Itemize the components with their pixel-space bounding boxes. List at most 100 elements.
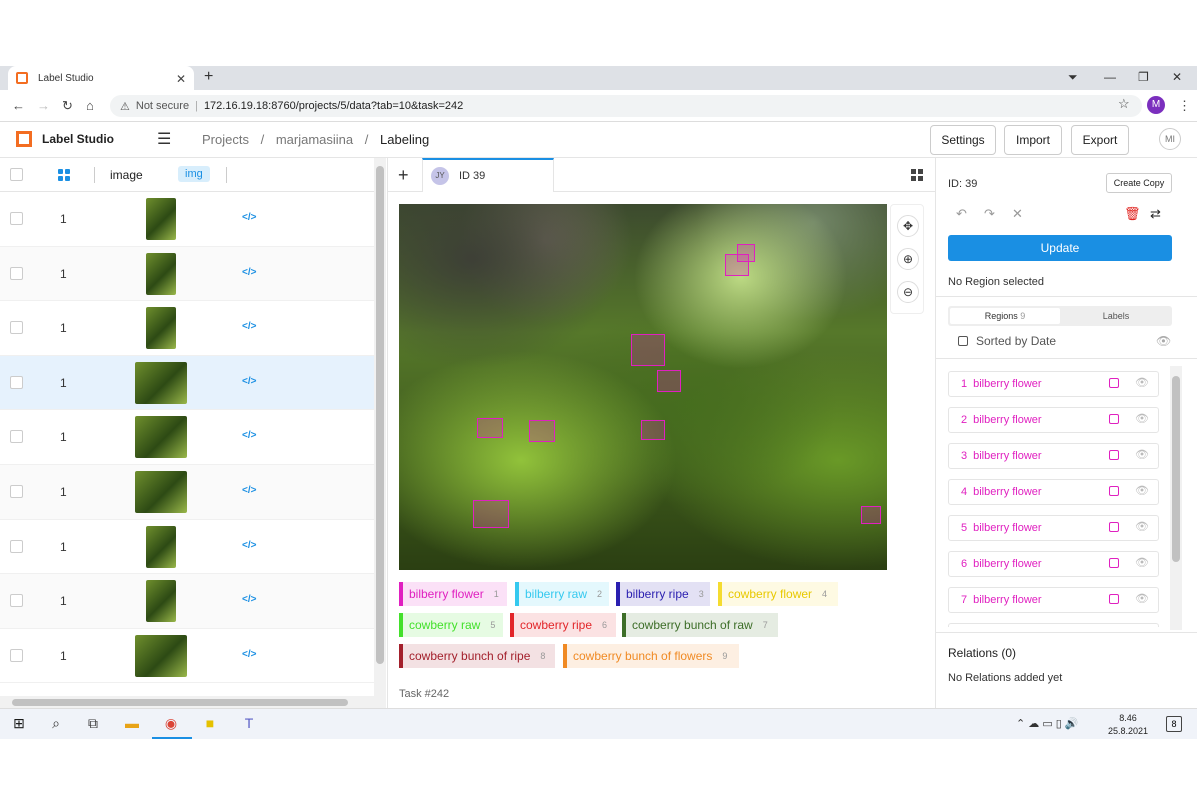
column-badge-img[interactable]: img	[178, 166, 210, 182]
maximize-icon[interactable]: ❐	[1138, 70, 1149, 84]
region-list-scrollbar[interactable]	[1170, 366, 1182, 630]
left-horizontal-scrollbar[interactable]	[0, 696, 374, 708]
minimize-icon[interactable]: —	[1104, 70, 1116, 84]
row-checkbox[interactable]	[10, 266, 23, 280]
region-box[interactable]	[631, 334, 665, 366]
bookmark-star-icon[interactable]: ☆	[1118, 96, 1130, 112]
table-row[interactable]: 1 </>	[0, 301, 374, 356]
breadcrumb-project[interactable]: marjamasiina	[276, 132, 353, 147]
region-copy-icon[interactable]	[1109, 486, 1119, 496]
export-button[interactable]: Export	[1071, 125, 1129, 155]
row-image-thumbnail[interactable]	[146, 198, 176, 240]
pan-icon[interactable]: ✥	[897, 215, 919, 237]
notification-icon[interactable]: 8	[1166, 716, 1182, 732]
code-view-icon[interactable]: </>	[242, 594, 256, 605]
breadcrumb-projects[interactable]: Projects	[202, 132, 249, 147]
delete-icon[interactable]: 🗑	[1124, 206, 1141, 222]
code-view-icon[interactable]: </>	[242, 212, 256, 223]
profile-avatar[interactable]: M	[1147, 96, 1165, 114]
zoom-out-icon[interactable]: ⊖	[897, 281, 919, 303]
label-button[interactable]: bilberry flower 1	[399, 582, 507, 606]
file-explorer-icon[interactable]: ▬	[123, 715, 141, 733]
region-box[interactable]	[641, 420, 665, 440]
label-button[interactable]: cowberry bunch of ripe 8	[399, 644, 555, 668]
region-copy-icon[interactable]	[1109, 378, 1119, 388]
region-copy-icon[interactable]	[1109, 414, 1119, 424]
teams-icon[interactable]: T	[240, 715, 258, 733]
code-view-icon[interactable]: </>	[242, 267, 256, 278]
new-tab-icon[interactable]: +	[204, 68, 213, 86]
url-input[interactable]: ⚠ Not secure | 172.16.19.18:8760/project…	[110, 95, 1142, 117]
row-checkbox[interactable]	[10, 375, 23, 389]
windows-start-icon[interactable]: ⊞	[10, 715, 28, 733]
undo-icon[interactable]: ↶	[956, 206, 967, 222]
row-image-thumbnail[interactable]	[135, 416, 187, 459]
zoom-in-icon[interactable]: ⊕	[897, 248, 919, 270]
annotation-tab[interactable]: JY ID 39	[422, 158, 554, 192]
region-item[interactable]: 5 bilberry flower 👁	[948, 515, 1159, 541]
row-checkbox[interactable]	[10, 648, 23, 662]
system-tray-icons[interactable]: ⌃ ☁ ▭ ▯ 🔊	[1016, 717, 1079, 730]
app-logo[interactable]: Label Studio	[16, 131, 114, 147]
table-row[interactable]: 1 </>	[0, 629, 374, 684]
row-checkbox[interactable]	[10, 485, 23, 498]
close-window-icon[interactable]: ✕	[1172, 70, 1182, 84]
region-visibility-icon[interactable]: 👁	[1135, 448, 1149, 461]
table-row[interactable]: 1 </>	[0, 520, 374, 575]
table-row[interactable]: 1 </>	[0, 355, 374, 411]
toggle-all-visibility-icon[interactable]: 👁	[1156, 334, 1171, 348]
image-canvas[interactable]	[399, 204, 887, 570]
table-row[interactable]: 1 </>	[0, 574, 374, 629]
row-image-thumbnail[interactable]	[146, 252, 176, 295]
region-item[interactable]: 7 bilberry flower 👁	[948, 587, 1159, 613]
select-all-checkbox[interactable]	[10, 168, 23, 181]
row-checkbox[interactable]	[10, 430, 23, 444]
label-button[interactable]: cowberry ripe 6	[510, 613, 616, 637]
row-image-thumbnail[interactable]	[146, 307, 176, 350]
sort-control[interactable]: Sorted by Date	[958, 334, 1056, 348]
region-item[interactable]: 6 bilberry flower 👁	[948, 551, 1159, 577]
forward-icon[interactable]: →	[37, 98, 50, 113]
region-box[interactable]	[737, 244, 755, 262]
table-row[interactable]: 1 </>	[0, 246, 374, 302]
region-visibility-icon[interactable]: 👁	[1135, 592, 1149, 605]
import-button[interactable]: Import	[1004, 125, 1062, 155]
code-view-icon[interactable]: </>	[242, 485, 256, 496]
sticky-notes-icon[interactable]: ■	[201, 715, 219, 733]
menu-kebab-icon[interactable]: ⋮	[1178, 98, 1191, 114]
region-item[interactable]: 8bilberry flower👁	[948, 623, 1159, 627]
reload-icon[interactable]: ↻	[62, 98, 73, 114]
close-tab-icon[interactable]: ✕	[176, 72, 186, 86]
reset-icon[interactable]: ✕	[1012, 206, 1023, 222]
settings-button[interactable]: Settings	[930, 125, 996, 155]
region-visibility-icon[interactable]: 👁	[1135, 556, 1149, 569]
hamburger-menu-icon[interactable]: ☰	[157, 129, 171, 149]
region-box[interactable]	[473, 500, 509, 528]
column-header-image[interactable]: image	[110, 168, 143, 182]
search-icon[interactable]: ⌕	[47, 715, 65, 733]
region-box[interactable]	[861, 506, 881, 524]
row-image-thumbnail[interactable]	[146, 580, 176, 623]
region-copy-icon[interactable]	[1109, 558, 1119, 568]
redo-icon[interactable]: ↷	[984, 206, 995, 222]
table-row[interactable]: 1 </>	[0, 410, 374, 465]
table-row[interactable]: 1 </>	[0, 465, 374, 520]
code-view-icon[interactable]: </>	[242, 430, 256, 441]
label-button[interactable]: bilberry ripe 3	[616, 582, 710, 606]
label-button[interactable]: cowberry bunch of flowers 9	[563, 644, 739, 668]
label-button[interactable]: cowberry flower 4	[718, 582, 838, 606]
row-image-thumbnail[interactable]	[146, 525, 176, 568]
row-checkbox[interactable]	[10, 594, 23, 608]
code-view-icon[interactable]: </>	[242, 376, 256, 387]
row-image-thumbnail[interactable]	[135, 634, 187, 677]
tab-labels[interactable]: Labels	[1062, 308, 1170, 324]
swap-icon[interactable]: ⇄	[1150, 206, 1161, 222]
row-checkbox[interactable]	[10, 539, 23, 553]
task-view-icon[interactable]: ⧉	[84, 715, 102, 733]
columns-grid-icon[interactable]	[58, 169, 70, 181]
row-checkbox[interactable]	[10, 321, 23, 335]
region-visibility-icon[interactable]: 👁	[1135, 520, 1149, 533]
region-copy-icon[interactable]	[1109, 522, 1119, 532]
code-view-icon[interactable]: </>	[242, 321, 256, 332]
region-copy-icon[interactable]	[1109, 594, 1119, 604]
